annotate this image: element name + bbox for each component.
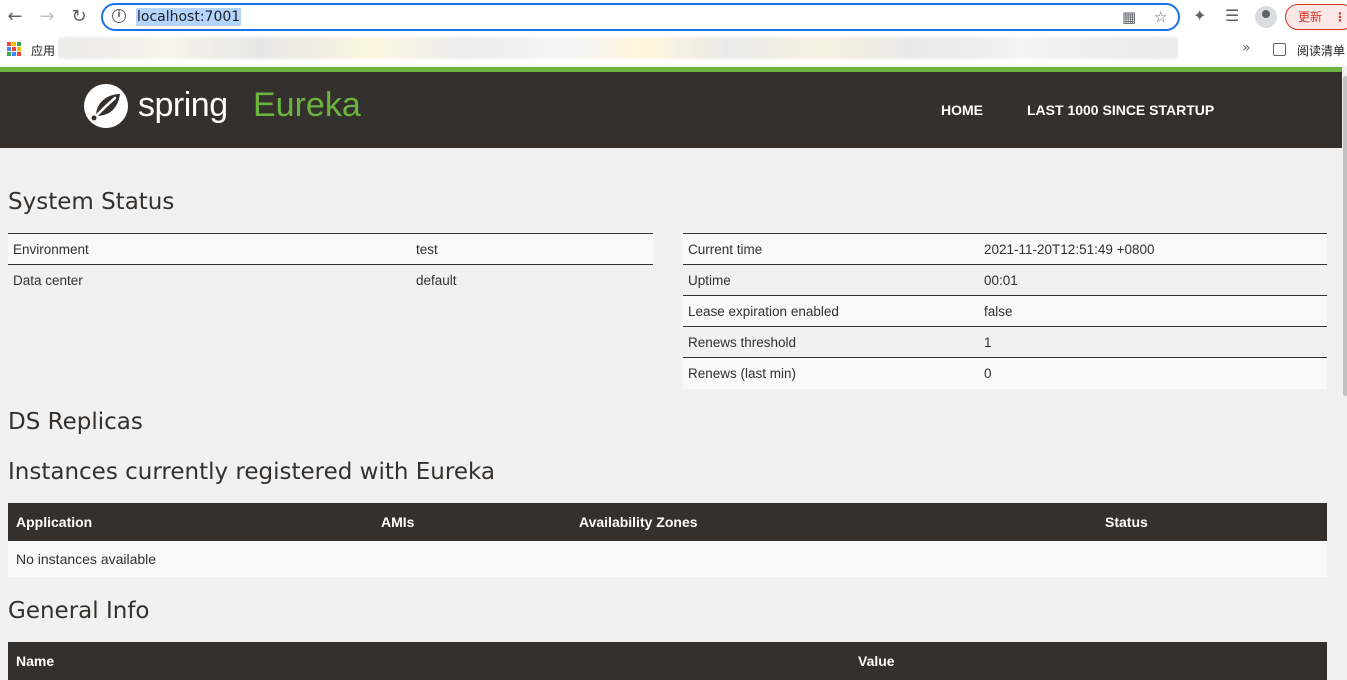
status-label: Lease expiration enabled	[683, 295, 979, 327]
status-value: false	[979, 295, 1327, 327]
instances-heading: Instances currently registered with Eure…	[8, 459, 495, 485]
status-label: Current time	[683, 233, 979, 265]
menu-kebab-icon: ⋮	[1333, 10, 1346, 24]
browser-toolbar: ← → ↻ i localhost:7001 ▦ ☆ ✦ ☰ 更新 ⋮	[0, 0, 1347, 34]
status-value: 1	[979, 326, 1327, 358]
general-info-heading: General Info	[8, 598, 150, 624]
table-row: Current time 2021-11-20T12:51:49 +0800	[683, 233, 1327, 265]
general-info-table: Name Value	[8, 642, 1327, 680]
qr-code-icon[interactable]: ▦	[1122, 8, 1136, 26]
table-row: Renews (last min) 0	[683, 357, 1327, 389]
profile-avatar-icon[interactable]	[1255, 6, 1277, 28]
extensions-puzzle-icon[interactable]: ✦	[1193, 6, 1206, 25]
table-row: Data center default	[8, 264, 653, 296]
column-header-name: Name	[8, 642, 850, 680]
status-value: 2021-11-20T12:51:49 +0800	[979, 233, 1327, 265]
system-status-left-table: Environment test Data center default	[8, 233, 653, 296]
site-info-icon[interactable]: i	[112, 9, 126, 23]
status-label: Environment	[8, 233, 411, 265]
reading-list-label[interactable]: 阅读清单	[1297, 42, 1345, 59]
column-header-amis: AMIs	[373, 503, 571, 541]
logo-eureka-text: Eureka	[253, 86, 361, 124]
table-row: Uptime 00:01	[683, 264, 1327, 296]
scrollbar-thumb[interactable]	[1343, 76, 1347, 396]
reading-list-icon[interactable]	[1273, 43, 1286, 56]
back-arrow-icon[interactable]: ←	[4, 6, 26, 28]
forward-arrow-icon[interactable]: →	[36, 6, 58, 28]
column-header-availability-zones: Availability Zones	[571, 503, 1097, 541]
spring-leaf-icon	[84, 84, 128, 128]
column-header-status: Status	[1097, 503, 1327, 541]
blurred-bookmarks	[58, 37, 1178, 59]
status-value: test	[411, 233, 653, 265]
page-scrollbar[interactable]	[1342, 66, 1347, 674]
apps-label[interactable]: 应用	[31, 42, 55, 59]
reload-icon[interactable]: ↻	[68, 6, 90, 28]
bookmarks-bar: 应用 » 阅读清单	[0, 34, 1347, 66]
table-header-row: Application AMIs Availability Zones Stat…	[8, 503, 1327, 541]
eureka-navbar: spring Eureka HOME LAST 1000 SINCE START…	[0, 72, 1342, 148]
status-value: 0	[979, 357, 1327, 389]
instances-table: Application AMIs Availability Zones Stat…	[8, 503, 1327, 577]
status-value: 00:01	[979, 264, 1327, 296]
status-label: Renews (last min)	[683, 357, 979, 389]
table-row: Environment test	[8, 233, 653, 265]
table-row: Renews threshold 1	[683, 326, 1327, 358]
update-label: 更新	[1298, 10, 1323, 24]
system-status-right-table: Current time 2021-11-20T12:51:49 +0800 U…	[683, 233, 1327, 389]
no-instances-message: No instances available	[8, 541, 1327, 577]
nav-home-link[interactable]: HOME	[941, 102, 983, 118]
ds-replicas-heading: DS Replicas	[8, 409, 143, 435]
table-row: No instances available	[8, 541, 1327, 577]
status-label: Uptime	[683, 264, 979, 296]
address-bar[interactable]: i localhost:7001 ▦ ☆	[101, 3, 1180, 31]
table-row: Lease expiration enabled false	[683, 295, 1327, 327]
status-value: default	[411, 264, 653, 296]
apps-grid-icon[interactable]	[7, 42, 21, 56]
update-button[interactable]: 更新 ⋮	[1285, 4, 1347, 30]
url-text[interactable]: localhost:7001	[136, 8, 242, 26]
status-label: Data center	[8, 264, 411, 296]
logo-spring-text: spring	[138, 86, 228, 124]
table-header-row: Name Value	[8, 642, 1327, 680]
column-header-value: Value	[850, 642, 1327, 680]
column-header-application: Application	[8, 503, 373, 541]
system-status-heading: System Status	[8, 189, 175, 215]
bookmark-star-icon[interactable]: ☆	[1154, 8, 1167, 26]
nav-last1000-link[interactable]: LAST 1000 SINCE STARTUP	[1027, 102, 1214, 118]
media-playlist-icon[interactable]: ☰	[1225, 6, 1239, 25]
bookmarks-overflow-icon[interactable]: »	[1242, 40, 1251, 56]
status-label: Renews threshold	[683, 326, 979, 358]
